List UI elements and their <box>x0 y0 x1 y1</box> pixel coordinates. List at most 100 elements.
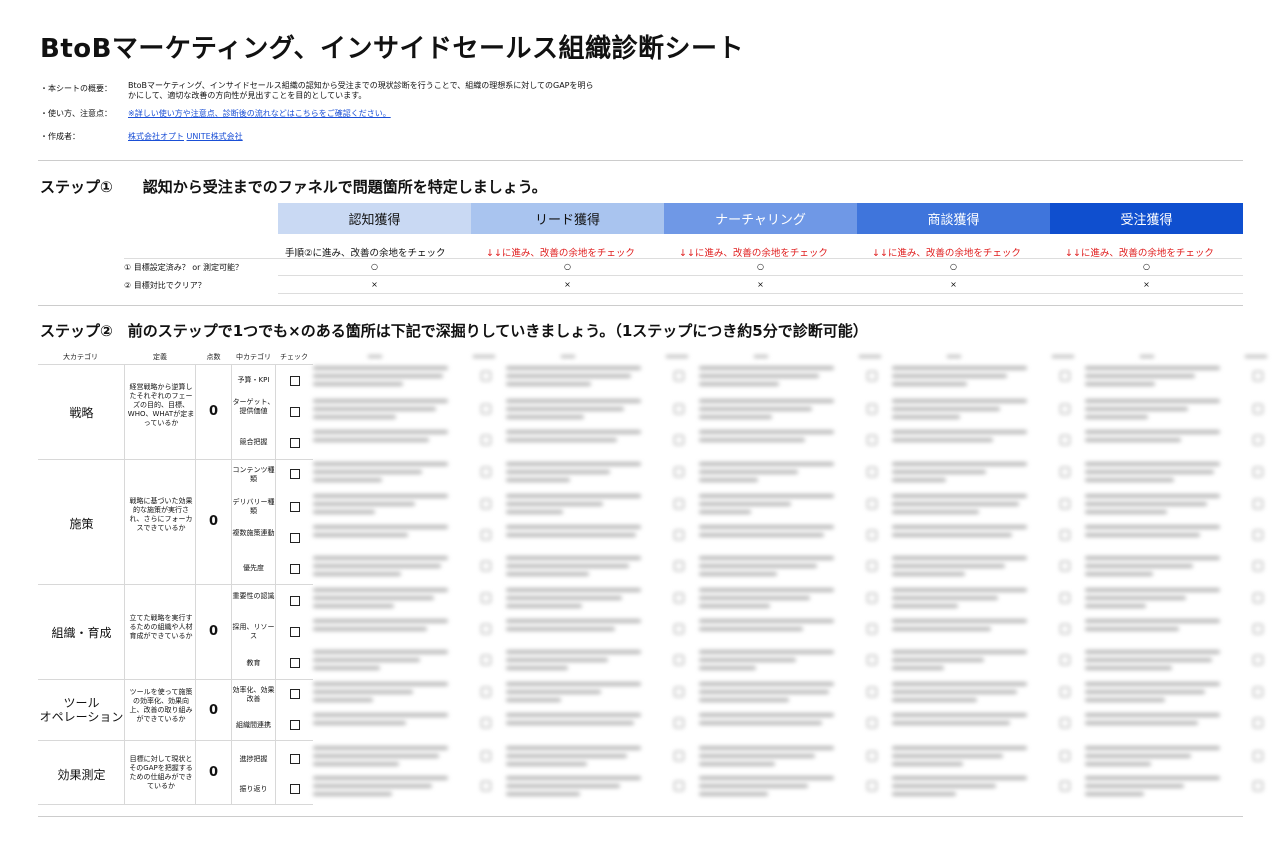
blurred-text <box>313 588 448 592</box>
overview-label: ・本シートの概要： <box>40 84 112 93</box>
blurred-text <box>313 784 432 788</box>
score-measurement: 0 <box>208 765 219 780</box>
sub-multi-measure: 複数施策連動 <box>232 529 275 537</box>
definition-measurement: 目標に対して現状とそのGAPを把握するための仕組みができているか <box>129 755 193 790</box>
blurred-checkbox <box>674 371 684 381</box>
blurred-text <box>892 494 1027 498</box>
checkbox[interactable] <box>290 720 300 730</box>
row2-mark-5[interactable]: × <box>1050 277 1243 294</box>
blurred-checkbox <box>1253 404 1263 414</box>
blurred-text <box>313 754 439 758</box>
checkbox[interactable] <box>290 627 300 637</box>
blurred-checkbox <box>1253 561 1263 571</box>
blurred-checkbox <box>867 781 877 791</box>
checkbox[interactable] <box>290 533 300 543</box>
blurred-text <box>313 746 448 750</box>
blurred-checkbox <box>867 687 877 697</box>
blurred-text <box>1085 588 1220 592</box>
blurred-text <box>892 596 998 600</box>
blurred-checkbox <box>867 561 877 571</box>
blurred-text <box>1085 784 1184 788</box>
checkbox[interactable] <box>290 754 300 764</box>
blurred-text <box>313 604 394 608</box>
stage-note-4: ↓↓に進み、改善の余地をチェック <box>872 248 1021 259</box>
blurred-text <box>1085 399 1220 403</box>
blurred-checkbox <box>867 655 877 665</box>
author-link-opt[interactable]: 株式会社オプト <box>128 132 184 141</box>
sub-progress: 進捗把握 <box>239 755 268 763</box>
row2-mark-1[interactable]: × <box>278 277 471 294</box>
blurred-text <box>892 619 1027 623</box>
row1-mark-3[interactable]: ○ <box>664 259 857 276</box>
author-link-unite[interactable]: UNITE株式会社 <box>187 132 243 141</box>
divider <box>38 160 1243 161</box>
stage-awareness: 認知獲得 <box>278 203 471 234</box>
row2-mark-3[interactable]: × <box>664 277 857 294</box>
checkbox[interactable] <box>290 469 300 479</box>
usage-link[interactable]: ※詳しい使い方や注意点、診断後の流れなどはこちらをご確認ください。 <box>128 108 688 119</box>
blurred-text <box>699 596 810 600</box>
checkbox[interactable] <box>290 784 300 794</box>
blurred-text <box>506 698 561 702</box>
row1-mark-4[interactable]: ○ <box>857 259 1050 276</box>
blurred-text <box>699 604 770 608</box>
row2-mark-2[interactable]: × <box>471 277 664 294</box>
blurred-text <box>1085 510 1167 514</box>
blurred-text <box>313 564 441 568</box>
blurred-checkbox <box>867 435 877 445</box>
blurred-checkbox <box>1060 530 1070 540</box>
blurred-text <box>313 556 448 560</box>
blurred-checkbox <box>1253 371 1263 381</box>
row1-mark-5[interactable]: ○ <box>1050 259 1243 276</box>
blurred-text <box>1085 776 1220 780</box>
blurred-checkbox <box>1253 751 1263 761</box>
checkbox[interactable] <box>290 407 300 417</box>
blurred-checkbox <box>481 435 491 445</box>
blurred-checkbox <box>867 404 877 414</box>
blurred-text <box>313 399 448 403</box>
blurred-text <box>699 430 834 434</box>
checkbox[interactable] <box>290 564 300 574</box>
checkbox[interactable] <box>290 689 300 699</box>
blurred-text <box>313 415 396 419</box>
row1-mark-2[interactable]: ○ <box>471 259 664 276</box>
blurred-header <box>368 355 382 358</box>
blurred-text <box>506 588 641 592</box>
blurred-text <box>506 556 641 560</box>
blurred-checkbox <box>481 655 491 665</box>
blurred-text <box>313 627 427 631</box>
blurred-checkbox <box>1253 687 1263 697</box>
blurred-checkbox <box>867 593 877 603</box>
checkbox[interactable] <box>290 596 300 606</box>
col-line <box>195 364 196 804</box>
stage-note-2: ↓↓に進み、改善の余地をチェック <box>486 248 635 259</box>
blurred-text <box>313 470 422 474</box>
blurred-text <box>1085 604 1146 608</box>
sub-hiring: 採用、リソース <box>232 623 275 640</box>
row1-mark-1[interactable]: ○ <box>278 259 471 276</box>
blurred-text <box>506 533 636 537</box>
blurred-text <box>506 564 629 568</box>
blurred-text <box>506 572 589 576</box>
blurred-text <box>699 658 796 662</box>
checkbox[interactable] <box>290 376 300 386</box>
blurred-text <box>699 399 834 403</box>
blurred-text <box>892 462 1027 466</box>
checkbox[interactable] <box>290 438 300 448</box>
checkbox[interactable] <box>290 502 300 512</box>
blurred-text <box>892 438 993 442</box>
category-tool-line2: オペレーション <box>39 710 124 724</box>
blurred-text <box>313 619 448 623</box>
blurred-text <box>699 721 822 725</box>
blurred-text <box>892 407 1000 411</box>
blurred-text <box>506 627 615 631</box>
checkbox[interactable] <box>290 658 300 668</box>
blurred-text <box>1085 690 1205 694</box>
blurred-text <box>699 698 789 702</box>
blurred-text <box>892 713 1027 717</box>
row2-mark-4[interactable]: × <box>857 277 1050 294</box>
blurred-text <box>699 682 834 686</box>
blurred-text <box>313 438 429 442</box>
blurred-text <box>506 776 641 780</box>
blurred-text <box>1085 438 1181 442</box>
